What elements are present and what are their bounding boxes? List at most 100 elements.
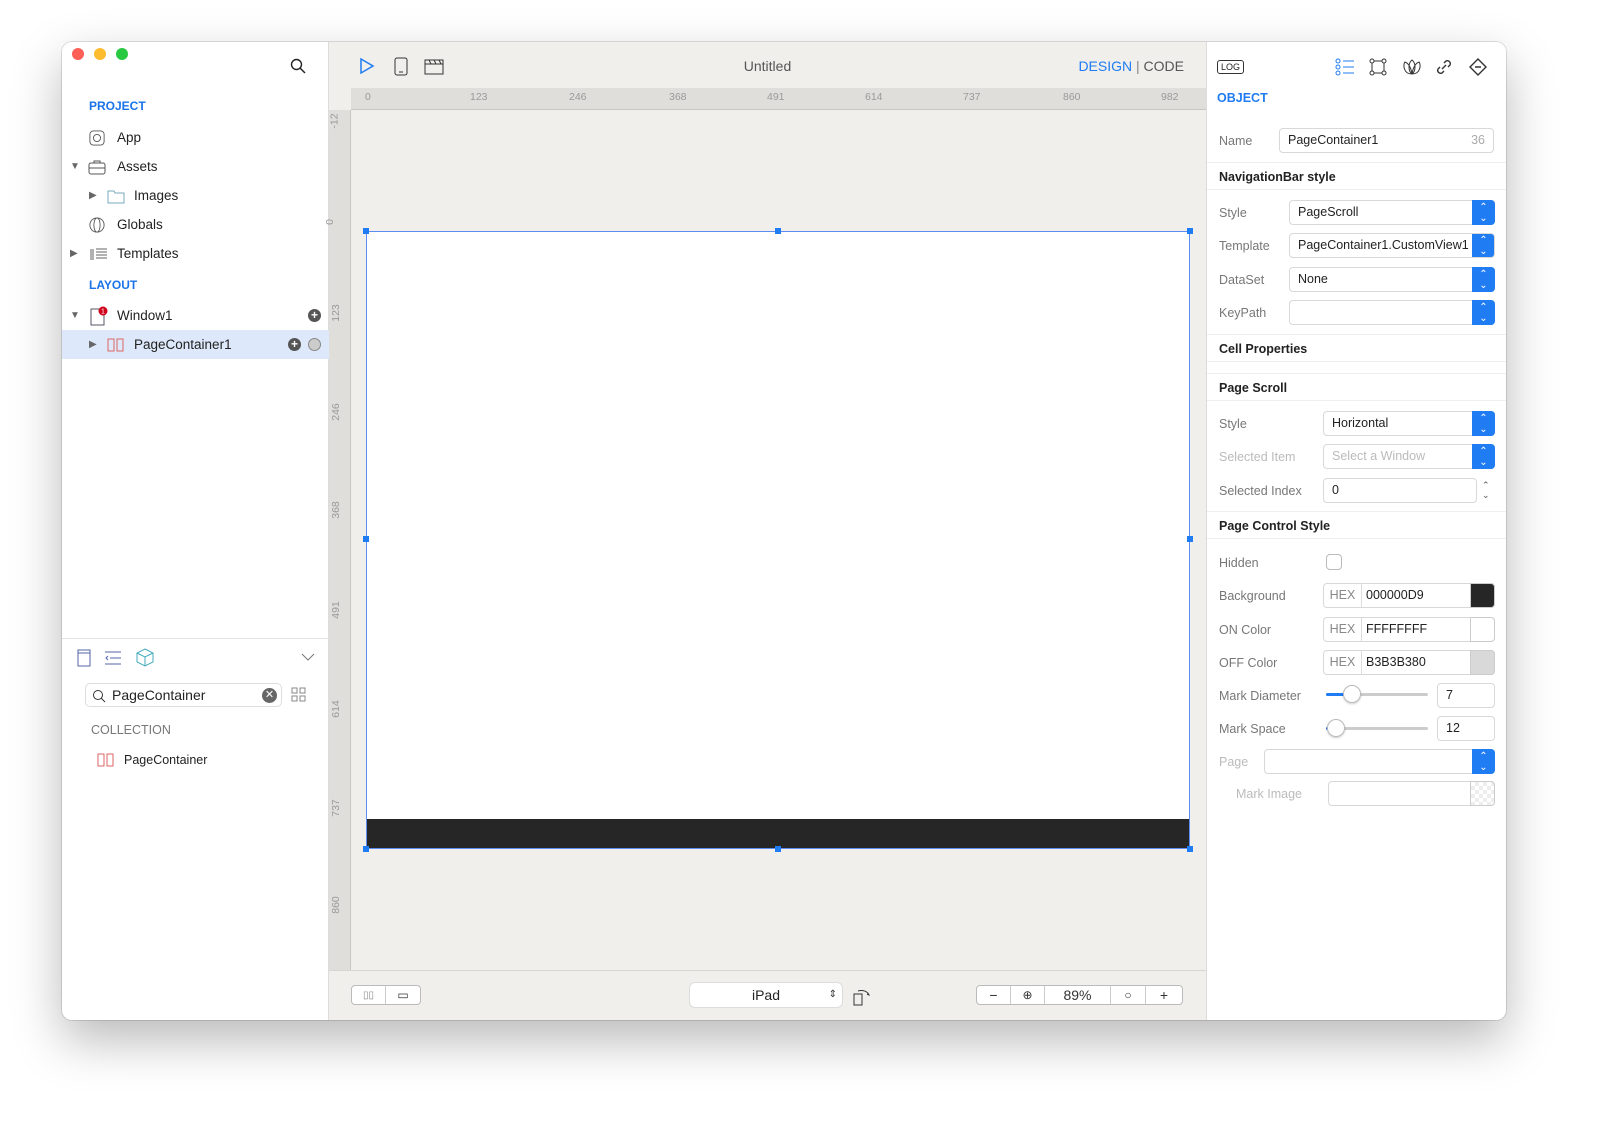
tree-item-label: Window1	[117, 308, 173, 323]
cell-properties-header[interactable]: Cell Properties	[1207, 334, 1506, 362]
grid-view-icon[interactable]	[291, 687, 306, 702]
split-view-button[interactable]: ▯▯	[352, 986, 386, 1004]
tree-item-app[interactable]: App	[62, 123, 329, 152]
mark-diameter-slider[interactable]	[1326, 685, 1428, 703]
horizontal-ruler: 0 123 246 368 491 614 737 860 982	[351, 88, 1206, 110]
resize-handle[interactable]	[775, 228, 781, 234]
slider-knob[interactable]	[1327, 719, 1346, 737]
zoom-button[interactable]	[116, 48, 128, 60]
off-color-swatch[interactable]	[1470, 650, 1495, 675]
tree-item-globals[interactable]: Globals	[62, 210, 329, 239]
tree-item-label: Templates	[117, 246, 179, 261]
disclosure-closed-icon[interactable]: ▶	[70, 248, 78, 259]
design-canvas[interactable]: Untitled DESIGN | CODE 0 123 246 368 491…	[324, 42, 1206, 1020]
mark-space-slider[interactable]	[1326, 719, 1428, 737]
slider-knob[interactable]	[1342, 685, 1361, 703]
scroll-style-value: Horizontal	[1332, 416, 1389, 430]
selected-item-label: Selected Item	[1219, 450, 1296, 464]
zoom-out-button[interactable]: −	[977, 986, 1011, 1004]
page-container-icon	[97, 753, 114, 767]
name-field[interactable]: PageContainer1 36	[1279, 128, 1494, 153]
chevron-down-icon[interactable]	[301, 652, 315, 662]
scroll-style-select[interactable]: Horizontal ⌃ ⌄	[1323, 411, 1495, 436]
tree-item-images[interactable]: ▶ Images	[62, 181, 329, 210]
resize-handle[interactable]	[363, 228, 369, 234]
tree-item-pagecontainer1[interactable]: ▶ PageContainer1 +	[62, 330, 329, 359]
off-color-label: OFF Color	[1219, 656, 1278, 670]
stepper-icon[interactable]: ⌃ ⌄	[1482, 480, 1490, 500]
mark-image-field[interactable]	[1328, 781, 1495, 806]
ruler-label: 368	[669, 91, 687, 103]
mark-space-value: 12	[1446, 721, 1460, 735]
keypath-select[interactable]: ⌃ ⌄	[1289, 300, 1495, 325]
hidden-checkbox[interactable]	[1326, 554, 1342, 570]
collection-item[interactable]: PageContainer	[97, 752, 297, 770]
code-tab-icon[interactable]	[1468, 58, 1488, 76]
resize-handle[interactable]	[775, 846, 781, 852]
disclosure-closed-icon[interactable]: ▶	[89, 190, 97, 201]
device-select[interactable]: iPad ⇕	[690, 983, 842, 1007]
page-control-bar[interactable]	[367, 819, 1189, 848]
zoom-actual-icon[interactable]: ○	[1111, 986, 1146, 1004]
library-cube-icon[interactable]	[136, 648, 154, 667]
search-input[interactable]: PageContainer	[112, 687, 205, 703]
search-icon	[93, 690, 106, 703]
disclosure-closed-icon[interactable]: ▶	[89, 339, 97, 350]
mark-space-field[interactable]: 12	[1437, 716, 1495, 741]
selected-index-field[interactable]: 0	[1323, 478, 1477, 503]
hidden-label: Hidden	[1219, 556, 1259, 570]
design-tab[interactable]: DESIGN	[1078, 58, 1132, 74]
properties-tab-icon[interactable]	[1335, 58, 1355, 76]
background-swatch[interactable]	[1470, 583, 1495, 608]
rotate-device-icon[interactable]	[852, 986, 872, 1006]
style-select[interactable]: PageScroll ⌃ ⌄	[1289, 200, 1495, 225]
library-code-icon[interactable]	[104, 651, 122, 665]
close-button[interactable]	[72, 48, 84, 60]
add-child-button[interactable]: +	[308, 309, 321, 322]
clear-search-icon[interactable]: ✕	[262, 688, 277, 703]
background-hex-field[interactable]: HEX 000000D9	[1323, 583, 1495, 608]
disclosure-open-icon[interactable]: ▼	[70, 310, 80, 321]
page-select[interactable]: ⌃ ⌄	[1264, 749, 1495, 774]
tree-item-assets[interactable]: ▼ Assets	[62, 152, 329, 181]
template-select[interactable]: PageContainer1.CustomView1 ⌃ ⌄	[1289, 233, 1495, 258]
off-color-hex-field[interactable]: HEX B3B3B380	[1323, 650, 1495, 675]
page-label: Page	[1219, 755, 1249, 769]
resize-handle[interactable]	[1187, 228, 1193, 234]
zoom-in-button[interactable]: +	[1146, 986, 1182, 1004]
library-page-icon[interactable]	[77, 649, 91, 667]
code-tab[interactable]: CODE	[1144, 58, 1184, 74]
resize-handle[interactable]	[1187, 536, 1193, 542]
mark-diameter-field[interactable]: 7	[1437, 683, 1495, 708]
name-label: Name	[1219, 134, 1253, 148]
style-tab-icon[interactable]	[1402, 58, 1422, 76]
tree-item-templates[interactable]: ▶ Templates	[62, 239, 329, 268]
page-container-view[interactable]	[366, 231, 1190, 849]
ruler-label: 246	[329, 403, 342, 421]
device-view-button[interactable]: ▭	[386, 986, 420, 1004]
search-icon[interactable]	[290, 58, 306, 74]
on-color-swatch[interactable]	[1470, 617, 1495, 642]
library-search-field[interactable]: PageContainer ✕	[85, 683, 282, 707]
frame-tab-icon[interactable]	[1369, 58, 1387, 76]
dataset-value: None	[1298, 272, 1328, 286]
disclosure-open-icon[interactable]: ▼	[70, 161, 80, 172]
chevron-updown-icon: ⌃ ⌄	[1472, 749, 1495, 774]
zoom-fit-icon[interactable]: ⊕	[1011, 986, 1045, 1004]
tree-item-window1[interactable]: ▼ 1 Window1 +	[62, 301, 329, 330]
dataset-select[interactable]: None ⌃ ⌄	[1289, 267, 1495, 292]
tree-item-label: Images	[134, 188, 179, 203]
inspector-panel: LOG OBJECT Name PageContainer1 36 Naviga…	[1206, 42, 1506, 1020]
visibility-toggle[interactable]	[308, 338, 321, 351]
resize-handle[interactable]	[363, 846, 369, 852]
resize-handle[interactable]	[363, 536, 369, 542]
mark-image-swatch[interactable]	[1470, 781, 1495, 806]
on-color-hex-field[interactable]: HEX FFFFFFFF	[1323, 617, 1495, 642]
link-tab-icon[interactable]	[1435, 58, 1453, 76]
selected-item-select[interactable]: Select a Window ⌃ ⌄	[1323, 444, 1495, 469]
add-child-button[interactable]: +	[288, 338, 301, 351]
chevron-updown-icon: ⌃ ⌄	[1472, 267, 1495, 292]
log-button[interactable]: LOG	[1217, 60, 1245, 74]
resize-handle[interactable]	[1187, 846, 1193, 852]
minimize-button[interactable]	[94, 48, 106, 60]
